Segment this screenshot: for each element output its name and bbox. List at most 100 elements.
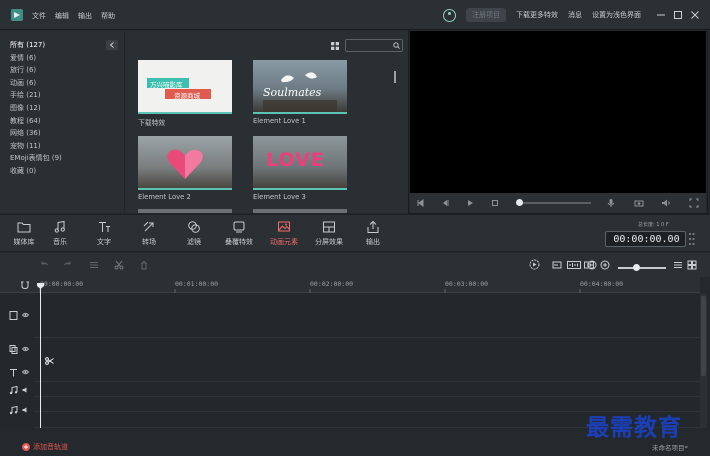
- snap-icon[interactable]: [20, 280, 30, 290]
- tool-split-screen[interactable]: 分屏效果: [307, 220, 351, 250]
- clip-icon[interactable]: [552, 260, 562, 270]
- close-icon[interactable]: [688, 9, 702, 21]
- overlay-icon: [233, 221, 245, 233]
- effect-card-love2[interactable]: [138, 136, 232, 192]
- scissors-icon[interactable]: [114, 260, 124, 270]
- next-card-peek: [138, 209, 232, 213]
- tool-filter[interactable]: 滤镜: [172, 220, 216, 250]
- card-label: 下载特效: [138, 119, 166, 127]
- undo-icon[interactable]: [39, 260, 49, 270]
- category-travel[interactable]: 旅行 (6): [10, 64, 120, 77]
- category-love[interactable]: 爱情 (6): [10, 52, 120, 65]
- play-icon[interactable]: [465, 198, 475, 208]
- category-all[interactable]: 所有 (127): [10, 39, 120, 52]
- timeline-ruler[interactable]: 00:00:00:00 00:01:00:00 00:02:00:00 00:0…: [0, 277, 700, 293]
- effect-card-love3[interactable]: LOVE: [253, 136, 347, 192]
- category-favorites[interactable]: 收藏 (0): [10, 165, 120, 178]
- skip-back-icon[interactable]: [415, 198, 425, 208]
- zoom-slider[interactable]: [618, 267, 666, 269]
- ruler-label: 00:00:00:00: [40, 280, 84, 288]
- duration-label: 总长度: 1 0 F: [638, 222, 669, 228]
- library-scrollbar[interactable]: [394, 71, 396, 83]
- playhead[interactable]: [40, 284, 41, 428]
- tool-label: 滤镜: [187, 238, 201, 246]
- tool-music[interactable]: 音乐: [38, 220, 82, 250]
- zoom-slider-knob[interactable]: [633, 264, 640, 271]
- transition-icon: [143, 221, 154, 232]
- redo-icon[interactable]: [63, 260, 73, 270]
- card-label: Element Love 2: [138, 193, 191, 201]
- fullscreen-icon[interactable]: [689, 198, 699, 208]
- register-button[interactable]: 注册项目: [466, 8, 506, 22]
- card-underline: [138, 188, 232, 190]
- light-theme-link[interactable]: 设置为浅色界面: [592, 10, 641, 20]
- video-track-2[interactable]: [34, 338, 700, 382]
- tool-elements[interactable]: 动画元素: [262, 220, 306, 250]
- grid-layout-icon[interactable]: [687, 260, 697, 270]
- category-animation[interactable]: 动画 (6): [10, 77, 120, 90]
- category-tutorial[interactable]: 教程 (64): [10, 115, 120, 128]
- heart-icon: [167, 149, 203, 179]
- minimize-icon[interactable]: [654, 9, 668, 21]
- menu-edit[interactable]: 编辑: [55, 11, 69, 21]
- category-handdrawn[interactable]: 手绘 (21): [10, 89, 120, 102]
- card-label: Element Love 1: [253, 117, 306, 125]
- card-thumbnail: [138, 136, 232, 188]
- category-web[interactable]: 网络 (36): [10, 127, 120, 140]
- collapse-panel-icon[interactable]: [106, 40, 118, 50]
- stop-icon[interactable]: [490, 198, 500, 208]
- app-logo-icon: [11, 9, 23, 21]
- camera-icon[interactable]: [634, 198, 644, 208]
- text-track[interactable]: [34, 382, 700, 397]
- effect-card-download[interactable]: 万兴喵影库 资源商城: [138, 60, 232, 116]
- ruler-ticks: [39, 289, 581, 293]
- eye-icon[interactable]: [22, 346, 29, 352]
- grid-view-icon[interactable]: [331, 42, 339, 50]
- speaker-icon[interactable]: [22, 387, 29, 393]
- tool-export[interactable]: 输出: [351, 220, 395, 250]
- maximize-icon[interactable]: [671, 9, 685, 21]
- zoom-out-icon[interactable]: [587, 260, 597, 270]
- category-image[interactable]: 图像 (12): [10, 102, 120, 115]
- playback-progress[interactable]: [519, 202, 591, 204]
- messages-link[interactable]: 消息: [568, 10, 582, 20]
- timecode-dots-icon: [689, 233, 695, 245]
- delete-icon[interactable]: [139, 260, 149, 270]
- eye-icon[interactable]: [22, 369, 29, 375]
- timecode-box: 00:00:00.00: [605, 231, 686, 247]
- download-effects-link[interactable]: 下载更多特效: [516, 10, 558, 20]
- menu-export[interactable]: 输出: [78, 11, 92, 21]
- tool-label: 叠覆特效: [225, 238, 253, 246]
- filter-icon: [188, 221, 200, 233]
- category-pets[interactable]: 宠物 (11): [10, 140, 120, 153]
- step-back-icon[interactable]: [440, 198, 450, 208]
- search-icon[interactable]: [393, 42, 400, 49]
- effect-card-love1[interactable]: Soulmates: [253, 60, 347, 116]
- timeline-toolbar: [0, 253, 710, 277]
- zoom-in-icon[interactable]: [600, 260, 610, 270]
- element-icon: [278, 221, 290, 232]
- speaker-icon[interactable]: [22, 407, 29, 413]
- volume-icon[interactable]: [661, 198, 671, 208]
- microphone-icon[interactable]: [606, 198, 616, 208]
- add-audio-track-button[interactable]: 添加音轨道: [22, 442, 68, 452]
- ruler-label: 00:02:00:00: [310, 280, 354, 288]
- audio-mix-icon[interactable]: [567, 260, 581, 270]
- search-input[interactable]: [346, 40, 390, 51]
- menu-help[interactable]: 帮助: [101, 11, 115, 21]
- music-track-icon: [9, 406, 18, 415]
- text-icon: [99, 222, 110, 232]
- timeline-scroll-thumb[interactable]: [701, 296, 706, 376]
- menu-file[interactable]: 文件: [32, 11, 46, 21]
- tool-text[interactable]: 文字: [82, 220, 126, 250]
- category-emoji[interactable]: EMoji表情包 (9): [10, 152, 120, 165]
- tool-transition[interactable]: 转场: [127, 220, 171, 250]
- user-icon[interactable]: [443, 8, 456, 22]
- tool-overlay[interactable]: 叠覆特效: [217, 220, 261, 250]
- adjust-icon[interactable]: [89, 260, 99, 270]
- eye-icon[interactable]: [22, 312, 29, 318]
- playback-knob[interactable]: [516, 199, 523, 206]
- render-icon[interactable]: [529, 259, 540, 270]
- video-track-1[interactable]: [34, 294, 700, 338]
- list-view-icon[interactable]: [673, 260, 683, 270]
